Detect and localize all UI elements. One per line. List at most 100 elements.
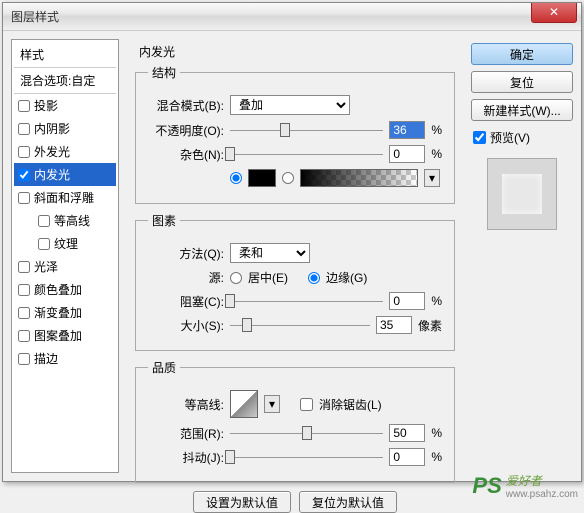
choke-label: 阻塞(C):	[148, 293, 224, 310]
antialias-checkbox[interactable]	[300, 398, 313, 411]
window-title: 图层样式	[11, 8, 59, 25]
style-checkbox[interactable]	[38, 215, 50, 227]
titlebar[interactable]: 图层样式 ✕	[3, 3, 581, 31]
style-checkbox[interactable]	[18, 169, 30, 181]
elements-legend: 图素	[148, 212, 180, 229]
preview-box	[487, 158, 557, 230]
style-label: 光泽	[34, 258, 58, 275]
jitter-slider[interactable]	[230, 449, 383, 465]
watermark: PS 爱好者 www.psahz.com	[472, 472, 578, 500]
style-label: 纹理	[54, 235, 78, 252]
style-label: 投影	[34, 97, 58, 114]
choke-unit: %	[431, 294, 442, 308]
contour-dropdown-icon[interactable]: ▾	[264, 395, 280, 413]
style-label: 外发光	[34, 143, 70, 160]
opacity-slider[interactable]	[230, 122, 383, 138]
style-item[interactable]: 投影	[14, 94, 116, 117]
watermark-url: www.psahz.com	[506, 489, 578, 500]
style-checkbox[interactable]	[18, 307, 30, 319]
style-label: 图案叠加	[34, 327, 82, 344]
style-checkbox[interactable]	[18, 330, 30, 342]
method-label: 方法(Q):	[148, 245, 224, 262]
noise-label: 杂色(N):	[148, 146, 224, 163]
watermark-text: 爱好者	[506, 474, 542, 488]
style-item[interactable]: 渐变叠加	[14, 301, 116, 324]
style-checkbox[interactable]	[18, 123, 30, 135]
opacity-unit: %	[431, 123, 442, 137]
gradient-radio[interactable]	[282, 172, 294, 184]
style-item[interactable]: 颜色叠加	[14, 278, 116, 301]
reset-default-button[interactable]: 复位为默认值	[299, 491, 397, 513]
quality-legend: 品质	[148, 359, 180, 376]
style-checkbox[interactable]	[18, 146, 30, 158]
preview-toggle[interactable]: 预览(V)	[471, 127, 573, 148]
close-button[interactable]: ✕	[531, 3, 577, 23]
source-center-radio[interactable]	[230, 272, 242, 284]
range-unit: %	[431, 426, 442, 440]
structure-legend: 结构	[148, 64, 180, 81]
style-checkbox[interactable]	[18, 100, 30, 112]
styles-header[interactable]: 样式	[14, 42, 116, 68]
range-input[interactable]	[389, 424, 425, 442]
panel-title: 内发光	[135, 43, 455, 60]
size-unit: 像素	[418, 317, 442, 334]
watermark-logo: PS	[472, 473, 501, 499]
style-item[interactable]: 描边	[14, 347, 116, 370]
choke-input[interactable]	[389, 292, 425, 310]
noise-input[interactable]	[389, 145, 425, 163]
style-item[interactable]: 内发光	[14, 163, 116, 186]
content-area: 样式 混合选项:自定 投影内阴影外发光内发光斜面和浮雕等高线纹理光泽颜色叠加渐变…	[3, 31, 581, 481]
opacity-label: 不透明度(O):	[148, 122, 224, 139]
style-item[interactable]: 内阴影	[14, 117, 116, 140]
gradient-dropdown-icon[interactable]: ▾	[424, 169, 440, 187]
preview-checkbox[interactable]	[473, 131, 486, 144]
preview-label: 预览(V)	[490, 129, 530, 146]
style-checkbox[interactable]	[18, 261, 30, 273]
style-item[interactable]: 纹理	[14, 232, 116, 255]
style-label: 等高线	[54, 212, 90, 229]
style-checkbox[interactable]	[18, 284, 30, 296]
choke-slider[interactable]	[230, 293, 383, 309]
style-item[interactable]: 等高线	[14, 209, 116, 232]
style-label: 颜色叠加	[34, 281, 82, 298]
source-label: 源:	[148, 269, 224, 286]
contour-label: 等高线:	[148, 396, 224, 413]
style-checkbox[interactable]	[38, 238, 50, 250]
style-checkbox[interactable]	[18, 192, 30, 204]
range-label: 范围(R):	[148, 425, 224, 442]
method-select[interactable]: 柔和	[230, 243, 310, 263]
noise-slider[interactable]	[230, 146, 383, 162]
styles-list-panel: 样式 混合选项:自定 投影内阴影外发光内发光斜面和浮雕等高线纹理光泽颜色叠加渐变…	[11, 39, 119, 473]
cancel-button[interactable]: 复位	[471, 71, 573, 93]
source-center-label: 居中(E)	[248, 269, 288, 286]
ok-button[interactable]: 确定	[471, 43, 573, 65]
blend-options-header[interactable]: 混合选项:自定	[14, 68, 116, 94]
contour-picker[interactable]	[230, 390, 258, 418]
gradient-picker[interactable]	[300, 169, 418, 187]
style-item[interactable]: 外发光	[14, 140, 116, 163]
range-slider[interactable]	[230, 425, 383, 441]
style-label: 内发光	[34, 166, 70, 183]
opacity-input[interactable]	[389, 121, 425, 139]
color-swatch[interactable]	[248, 169, 276, 187]
style-label: 渐变叠加	[34, 304, 82, 321]
style-item[interactable]: 图案叠加	[14, 324, 116, 347]
preview-thumbnail	[502, 174, 542, 214]
blend-mode-select[interactable]: 叠加	[230, 95, 350, 115]
set-default-button[interactable]: 设置为默认值	[193, 491, 291, 513]
style-item[interactable]: 光泽	[14, 255, 116, 278]
style-label: 斜面和浮雕	[34, 189, 94, 206]
size-input[interactable]	[376, 316, 412, 334]
new-style-button[interactable]: 新建样式(W)...	[471, 99, 573, 121]
style-checkbox[interactable]	[18, 353, 30, 365]
structure-group: 结构 混合模式(B): 叠加 不透明度(O): % 杂色(N): %	[135, 64, 455, 204]
style-label: 内阴影	[34, 120, 70, 137]
size-slider[interactable]	[230, 317, 370, 333]
source-edge-radio[interactable]	[308, 272, 320, 284]
blend-mode-label: 混合模式(B):	[148, 97, 224, 114]
jitter-unit: %	[431, 450, 442, 464]
color-radio[interactable]	[230, 172, 242, 184]
style-item[interactable]: 斜面和浮雕	[14, 186, 116, 209]
jitter-input[interactable]	[389, 448, 425, 466]
elements-group: 图素 方法(Q): 柔和 源: 居中(E) 边缘(G) 阻塞(C):	[135, 212, 455, 351]
